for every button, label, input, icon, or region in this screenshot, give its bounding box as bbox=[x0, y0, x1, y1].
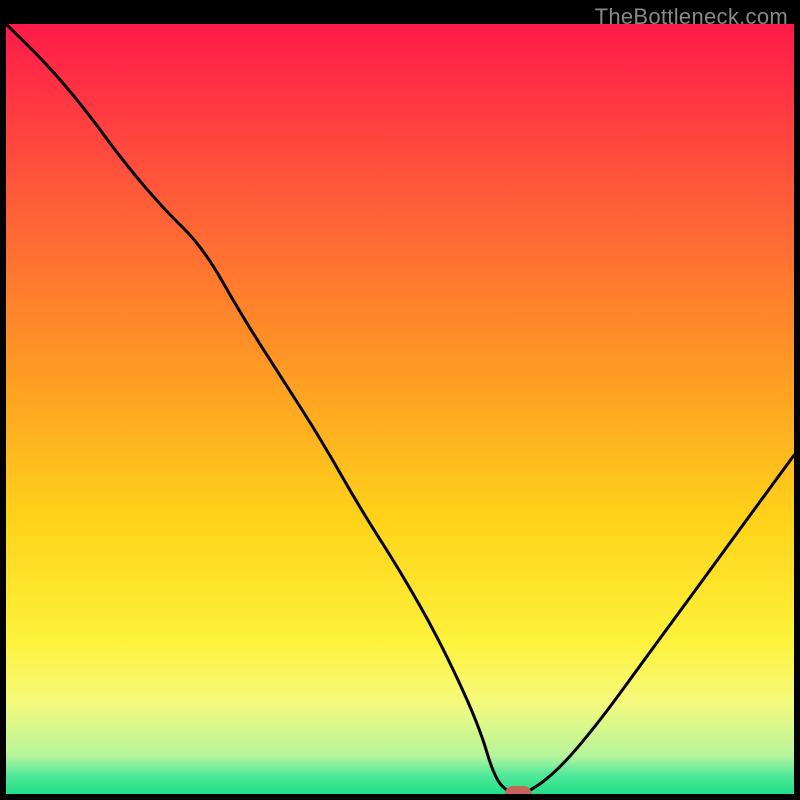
gradient-background bbox=[6, 24, 794, 794]
chart-svg bbox=[6, 24, 794, 794]
optimal-marker bbox=[505, 786, 531, 794]
chart-container: TheBottleneck.com bbox=[0, 0, 800, 800]
plot-area bbox=[6, 24, 794, 794]
